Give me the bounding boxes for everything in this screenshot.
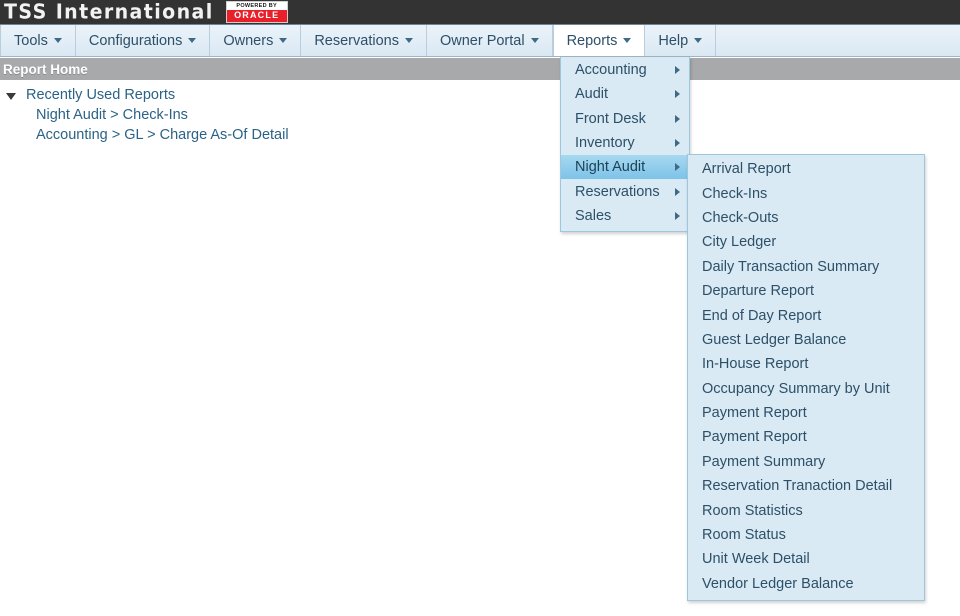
submenu-item-in-house-report[interactable]: In-House Report <box>688 352 924 376</box>
app-logo-text: TSS International <box>0 0 214 24</box>
submenu-item-guest-ledger-balance[interactable]: Guest Ledger Balance <box>688 328 924 352</box>
menu-item-audit[interactable]: Audit <box>561 82 689 106</box>
menu-tab-label: Reports <box>567 33 618 49</box>
menu-tab-configurations[interactable]: Configurations <box>76 25 211 56</box>
menu-tab-label: Owner Portal <box>440 33 525 49</box>
submenu-item-payment-report-1[interactable]: Payment Report <box>688 401 924 425</box>
list-item[interactable]: Night Audit > Check-Ins <box>0 105 540 125</box>
chevron-right-icon <box>675 163 680 171</box>
caret-down-icon <box>694 38 702 43</box>
chevron-right-icon <box>675 66 680 74</box>
menu-item-reservations[interactable]: Reservations <box>561 179 689 203</box>
menu-tab-label: Reservations <box>314 33 399 49</box>
caret-down-icon <box>279 38 287 43</box>
menu-tab-label: Owners <box>223 33 273 49</box>
caret-down-icon <box>405 38 413 43</box>
menu-item-label: Night Audit <box>575 159 645 175</box>
submenu-item-room-status[interactable]: Room Status <box>688 523 924 547</box>
page-title-bar: Report Home <box>0 58 960 80</box>
menu-tab-reports[interactable]: Reports <box>553 25 646 56</box>
caret-down-icon <box>623 38 631 43</box>
caret-down-icon <box>54 38 62 43</box>
menu-item-label: Sales <box>575 208 611 224</box>
brand-header-bar: TSS International POWERED BY ORACLE <box>0 0 960 24</box>
list-item[interactable]: Accounting > GL > Charge As-Of Detail <box>0 125 540 145</box>
submenu-item-vendor-ledger-balance[interactable]: Vendor Ledger Balance <box>688 572 924 596</box>
menu-item-label: Audit <box>575 86 608 102</box>
oracle-powered-by-label: POWERED BY <box>227 2 287 10</box>
menu-tab-label: Configurations <box>89 33 183 49</box>
page-title: Report Home <box>0 62 88 77</box>
submenu-item-arrival-report[interactable]: Arrival Report <box>688 157 924 181</box>
caret-down-icon <box>188 38 196 43</box>
menu-bar-filler <box>716 25 960 56</box>
recently-used-reports-tree: Recently Used Reports Night Audit > Chec… <box>0 85 540 145</box>
menu-item-front-desk[interactable]: Front Desk <box>561 107 689 131</box>
submenu-item-daily-transaction-summary[interactable]: Daily Transaction Summary <box>688 255 924 279</box>
caret-down-icon <box>531 38 539 43</box>
menu-item-night-audit[interactable]: Night Audit <box>561 155 689 179</box>
submenu-item-reservation-tranaction-detail[interactable]: Reservation Tranaction Detail <box>688 474 924 498</box>
menu-item-accounting[interactable]: Accounting <box>561 58 689 82</box>
menu-item-label: Accounting <box>575 62 647 78</box>
menu-tab-label: Help <box>658 33 688 49</box>
submenu-item-payment-report-2[interactable]: Payment Report <box>688 425 924 449</box>
triangle-collapse-icon[interactable] <box>6 93 16 100</box>
submenu-item-check-outs[interactable]: Check-Outs <box>688 206 924 230</box>
submenu-item-departure-report[interactable]: Departure Report <box>688 279 924 303</box>
menu-item-label: Reservations <box>575 184 660 200</box>
oracle-powered-by-badge: POWERED BY ORACLE <box>226 1 288 23</box>
menu-item-inventory[interactable]: Inventory <box>561 131 689 155</box>
menu-item-label: Front Desk <box>575 111 646 127</box>
submenu-item-check-ins[interactable]: Check-Ins <box>688 181 924 205</box>
menu-tab-label: Tools <box>14 33 48 49</box>
tree-group-header[interactable]: Recently Used Reports <box>0 85 540 105</box>
menu-tab-tools[interactable]: Tools <box>0 25 76 56</box>
submenu-item-payment-summary[interactable]: Payment Summary <box>688 450 924 474</box>
menu-item-label: Inventory <box>575 135 635 151</box>
menu-tab-owner-portal[interactable]: Owner Portal <box>427 25 553 56</box>
main-menu-bar: Tools Configurations Owners Reservations… <box>0 24 960 57</box>
reports-dropdown-menu: Accounting Audit Front Desk Inventory Ni… <box>560 57 690 232</box>
menu-tab-owners[interactable]: Owners <box>210 25 301 56</box>
chevron-right-icon <box>675 188 680 196</box>
chevron-right-icon <box>675 212 680 220</box>
night-audit-submenu: Arrival Report Check-Ins Check-Outs City… <box>687 154 925 601</box>
chevron-right-icon <box>675 115 680 123</box>
tree-group-label: Recently Used Reports <box>26 87 175 103</box>
submenu-item-room-statistics[interactable]: Room Statistics <box>688 498 924 522</box>
menu-item-sales[interactable]: Sales <box>561 204 689 228</box>
menu-tab-reservations[interactable]: Reservations <box>301 25 427 56</box>
submenu-item-occupancy-summary-by-unit[interactable]: Occupancy Summary by Unit <box>688 377 924 401</box>
oracle-wordmark: ORACLE <box>227 10 287 22</box>
submenu-item-unit-week-detail[interactable]: Unit Week Detail <box>688 547 924 571</box>
chevron-right-icon <box>675 139 680 147</box>
submenu-item-end-of-day-report[interactable]: End of Day Report <box>688 303 924 327</box>
submenu-item-city-ledger[interactable]: City Ledger <box>688 230 924 254</box>
menu-tab-help[interactable]: Help <box>645 25 716 56</box>
chevron-right-icon <box>675 90 680 98</box>
